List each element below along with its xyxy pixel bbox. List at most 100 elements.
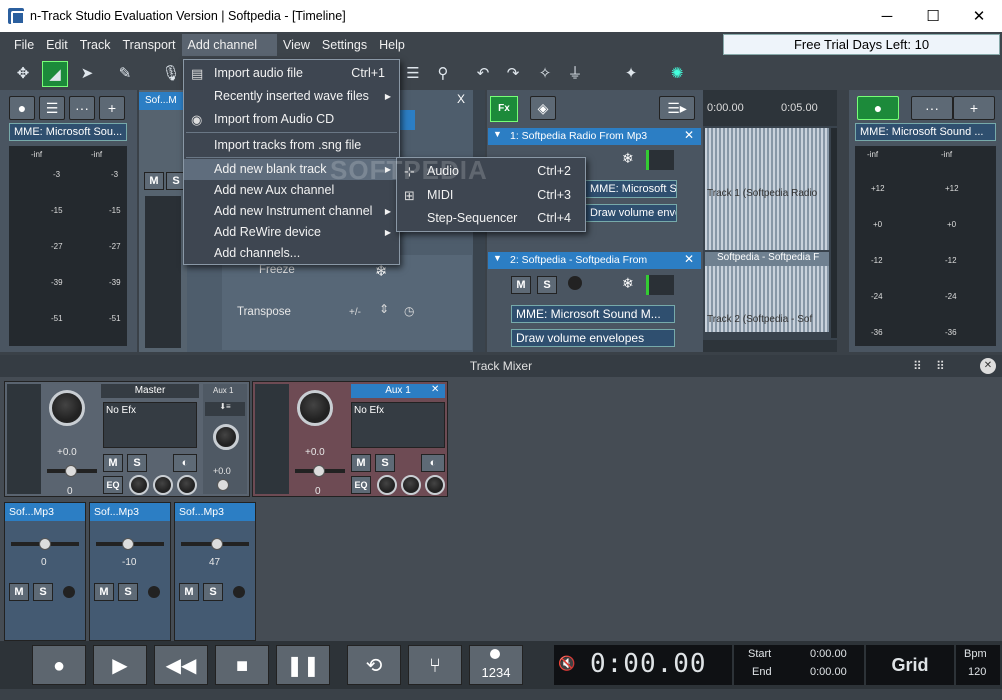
menu-add-channel[interactable]: Add channel — [181, 34, 278, 56]
play-button[interactable]: ▶ — [93, 645, 147, 685]
mixer-track-solo-button[interactable]: S — [203, 583, 223, 601]
add-button[interactable]: + — [99, 96, 125, 120]
track-2-header[interactable]: 2: Softpedia - Softpedia From — [488, 252, 701, 269]
aux-eq-button[interactable]: EQ — [351, 476, 371, 494]
track-1-freeze-icon[interactable]: ❄ — [622, 150, 634, 167]
redo-icon[interactable]: ↷ — [500, 61, 526, 87]
plug-icon[interactable]: ⏚ — [562, 61, 588, 87]
tuner-button[interactable]: ⑂ — [408, 645, 462, 685]
record-button[interactable]: ● — [32, 645, 86, 685]
track-1-header[interactable]: 1: Softpedia Radio From Mp3 — [488, 128, 701, 145]
mixer-track-mute-button[interactable]: M — [9, 583, 29, 601]
master-solo-button[interactable]: S — [127, 454, 147, 472]
output-device-select[interactable]: MME: Microsoft Sound ... — [855, 123, 996, 141]
move-tool-icon[interactable]: ✥ — [10, 61, 36, 87]
channel-fader-track[interactable] — [145, 196, 181, 348]
list-button[interactable]: ☰ — [39, 96, 65, 120]
mixer-track-mute-button[interactable]: M — [94, 583, 114, 601]
track-2-solo-button[interactable]: S — [537, 276, 557, 294]
timeline-vertical-scrollbar[interactable] — [831, 128, 837, 338]
mixer-track-solo-button[interactable]: S — [118, 583, 138, 601]
timeline-horizontal-scrollbar[interactable] — [703, 340, 837, 352]
channel-mute-button[interactable]: M — [144, 172, 164, 190]
aux-close-icon[interactable]: ✕ — [431, 384, 439, 395]
aux-stereo-icon[interactable]: ◐ — [421, 454, 445, 472]
track-2-clip[interactable]: Softpedia - Softpedia F Track 2 (Softped… — [705, 252, 829, 332]
menu-item-recent-wave[interactable]: Recently inserted wave files ▶ — [184, 86, 399, 107]
master-eq-knob-mid[interactable] — [153, 475, 173, 495]
submenu-item-midi[interactable]: ⊞ MIDI Ctrl+3 — [397, 185, 585, 206]
menu-view[interactable]: View — [277, 34, 316, 56]
menu-item-add-instrument[interactable]: Add new Instrument channel ▶ — [184, 201, 399, 222]
pencil-tool-icon[interactable]: ✎ — [112, 61, 138, 87]
more-button[interactable]: ··· — [69, 96, 95, 120]
output-more-button[interactable]: ··· — [911, 96, 953, 120]
output-record-button[interactable]: ● — [857, 96, 899, 120]
menu-edit[interactable]: Edit — [40, 34, 74, 56]
timeline[interactable]: 0:00.00 0:05.00 Track 1 (Softpedia Radio… — [703, 90, 837, 352]
track-1-output-select[interactable]: MME: Microsoft Sound M... — [585, 180, 677, 198]
maximize-button[interactable]: ☐ — [910, 0, 956, 32]
mixer-track-mute-button[interactable]: M — [179, 583, 199, 601]
pointer-tool-icon[interactable]: ➤ — [74, 61, 100, 87]
microphone-icon[interactable]: 🎙 — [158, 61, 184, 87]
menu-item-add-rewire[interactable]: Add ReWire device ▶ — [184, 222, 399, 243]
submenu-item-step-sequencer[interactable]: Step-Sequencer Ctrl+4 — [397, 208, 585, 229]
mixer-layout-icon[interactable]: ⠿ — [936, 355, 945, 377]
master-volume-knob[interactable] — [49, 390, 85, 426]
aux-eq-knob-mid[interactable] — [401, 475, 421, 495]
end-value[interactable]: 0:00.00 — [810, 666, 847, 678]
start-value[interactable]: 0:00.00 — [810, 648, 847, 660]
aux-eq-knob-high[interactable] — [425, 475, 445, 495]
aux-send-slider[interactable] — [217, 479, 229, 491]
close-button[interactable]: ✕ — [956, 0, 1002, 32]
menu-item-import-sng[interactable]: Import tracks from .sng file — [184, 135, 399, 156]
minimize-button[interactable]: ─ — [864, 0, 910, 32]
rewind-button[interactable]: ◀◀ — [154, 645, 208, 685]
mixer-grid-icon[interactable]: ⠿ — [913, 355, 922, 377]
grid-button[interactable]: Grid — [866, 645, 954, 685]
stop-button[interactable]: ■ — [215, 645, 269, 685]
master-mute-button[interactable]: M — [103, 454, 123, 472]
mixer-track-solo-button[interactable]: S — [33, 583, 53, 601]
magic-wand-icon[interactable]: ✧ — [532, 61, 558, 87]
aux-solo-button[interactable]: S — [375, 454, 395, 472]
menu-track[interactable]: Track — [74, 34, 117, 56]
track-1-delete-icon[interactable]: ✕ — [684, 128, 694, 142]
aux-volume-knob[interactable] — [297, 390, 333, 426]
track-2-record-icon[interactable] — [568, 276, 582, 290]
track-1-envelopes-button[interactable]: Draw volume envelopes — [585, 204, 677, 222]
master-efx-box[interactable]: No Efx — [103, 402, 197, 448]
mixer-track-record-icon[interactable] — [148, 586, 160, 598]
inspector-close-button[interactable]: X — [457, 92, 465, 106]
undo-icon[interactable]: ↶ — [470, 61, 496, 87]
pause-button[interactable]: ❚❚ — [276, 645, 330, 685]
loop-button[interactable]: ⟲ — [347, 645, 401, 685]
marker-icon[interactable]: ⚲ — [430, 61, 456, 87]
fx-button[interactable]: Fx — [490, 96, 518, 122]
list-icon[interactable]: ☰ — [400, 61, 426, 87]
record-arm-button[interactable]: ● — [9, 96, 35, 120]
master-eq-knob-high[interactable] — [177, 475, 197, 495]
menu-settings[interactable]: Settings — [316, 34, 373, 56]
aux-efx-box[interactable]: No Efx — [351, 402, 445, 448]
track-2-delete-icon[interactable]: ✕ — [684, 252, 694, 266]
mixer-track-record-icon[interactable] — [63, 586, 75, 598]
track-options-button[interactable]: ◈ — [530, 96, 556, 120]
menu-item-import-audio[interactable]: ▤ Import audio file Ctrl+1 — [184, 63, 399, 84]
track-2-output-select[interactable]: MME: Microsoft Sound M... — [511, 305, 675, 323]
aux-mute-button[interactable]: M — [351, 454, 371, 472]
transpose-stepper[interactable]: ⇕ — [379, 302, 389, 316]
mixer-close-icon[interactable]: ✕ — [980, 358, 996, 374]
menu-transport[interactable]: Transport — [117, 34, 182, 56]
aux-send-menu[interactable]: ⬇≡ — [205, 402, 245, 416]
collapse-icon[interactable]: ▼ — [493, 253, 502, 263]
snap-icon[interactable]: ✺ — [664, 61, 690, 87]
mixer-track-record-icon[interactable] — [233, 586, 245, 598]
track-2-freeze-icon[interactable]: ❄ — [622, 275, 634, 292]
input-device-select[interactable]: MME: Microsoft Sou... — [9, 123, 127, 141]
menu-file[interactable]: File — [8, 34, 40, 56]
track-1-clip[interactable]: Track 1 (Softpedia Radio — [705, 128, 829, 250]
menu-item-add-channels[interactable]: Add channels... — [184, 243, 399, 264]
menu-help[interactable]: Help — [373, 34, 411, 56]
